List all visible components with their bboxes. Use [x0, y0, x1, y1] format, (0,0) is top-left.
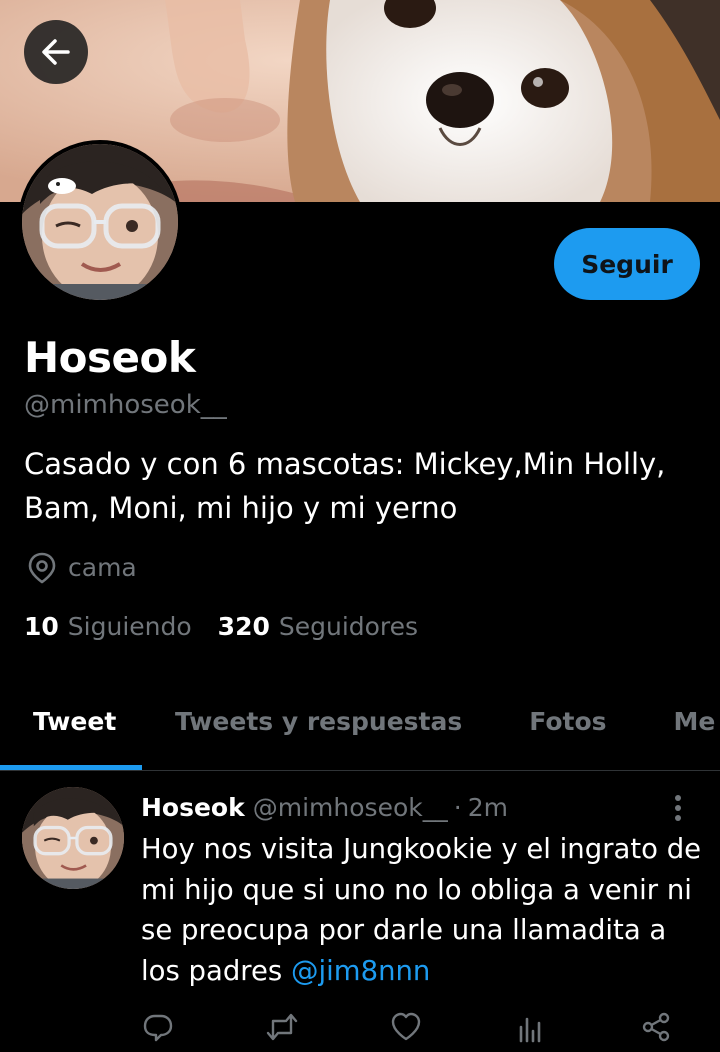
profile-avatar[interactable] — [18, 140, 182, 304]
tab-tweets-and-replies[interactable]: Tweets y respuestas — [175, 686, 462, 756]
followers-link[interactable]: 320 Seguidores — [218, 608, 418, 646]
follow-button[interactable]: Seguir — [554, 228, 700, 300]
tweet-separator: · — [453, 793, 462, 822]
location-text: cama — [68, 553, 137, 582]
profile-bio: Casado y con 6 mascotas: Mickey,Min Holl… — [24, 447, 666, 525]
profile-handle: @mimhoseok__ — [24, 390, 227, 420]
like-icon — [391, 1012, 421, 1041]
like-button[interactable] — [386, 1007, 426, 1047]
tweet-header: Hoseok @mimhoseok__ · 2m — [141, 791, 508, 825]
analytics-icon — [519, 1017, 541, 1043]
tweet-text: Hoy nos visita Jungkookie y el ingrato d… — [141, 829, 706, 991]
profile-location: cama — [24, 548, 137, 588]
retweet-button[interactable] — [262, 1007, 302, 1047]
more-vertical-icon — [675, 795, 681, 821]
back-button[interactable] — [24, 20, 88, 84]
tweet-more-button[interactable] — [664, 791, 692, 825]
profile-display-name: Hoseok — [24, 333, 196, 382]
reply-icon — [143, 1014, 173, 1042]
tweet-avatar-photo — [22, 787, 124, 889]
share-button[interactable] — [636, 1007, 676, 1047]
tweet-mention-link[interactable]: @jim8nnn — [291, 955, 430, 987]
arrow-left-icon — [42, 39, 70, 65]
avatar-photo — [22, 144, 178, 300]
retweet-icon — [266, 1013, 298, 1041]
following-link[interactable]: 10 Siguiendo — [24, 608, 192, 646]
following-count: 10 — [24, 612, 59, 641]
share-icon — [642, 1012, 670, 1042]
location-pin-icon — [28, 552, 56, 584]
reply-button[interactable] — [138, 1007, 178, 1047]
followers-label: Seguidores — [278, 612, 419, 641]
follow-stats: 10 Siguiendo 320 Seguidores — [24, 608, 418, 646]
tab-photos[interactable]: Fotos — [529, 686, 606, 756]
tweet-actions — [138, 1007, 698, 1047]
profile-tabs: Tweet Tweets y respuestas Fotos Me gusta — [0, 686, 720, 770]
followers-count: 320 — [217, 612, 270, 641]
tweet[interactable]: Hoseok @mimhoseok__ · 2m Hoy nos visita … — [0, 771, 720, 1052]
tweet-author-handle[interactable]: @mimhoseok__ — [253, 791, 448, 825]
tweet-author-name[interactable]: Hoseok — [141, 791, 245, 825]
tweet-timestamp: 2m — [467, 793, 508, 822]
following-label: Siguiendo — [67, 612, 192, 641]
tab-likes[interactable]: Me gusta — [674, 686, 720, 756]
tweet-avatar[interactable] — [22, 787, 124, 889]
tab-tweets[interactable]: Tweet — [0, 686, 141, 756]
analytics-button[interactable] — [511, 1007, 551, 1047]
